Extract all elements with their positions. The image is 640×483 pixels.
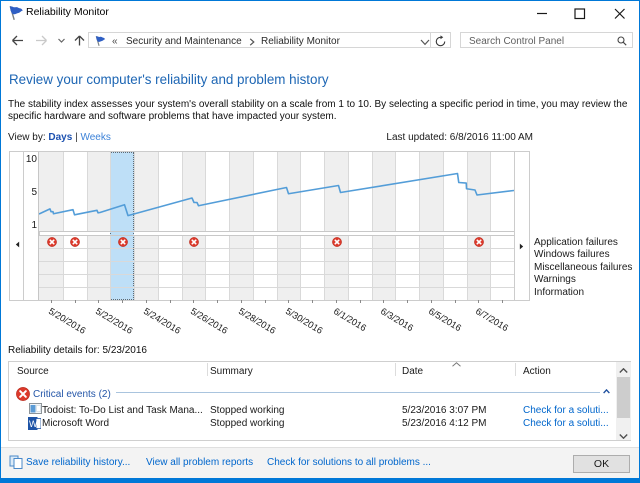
svg-text:W: W: [29, 419, 38, 429]
